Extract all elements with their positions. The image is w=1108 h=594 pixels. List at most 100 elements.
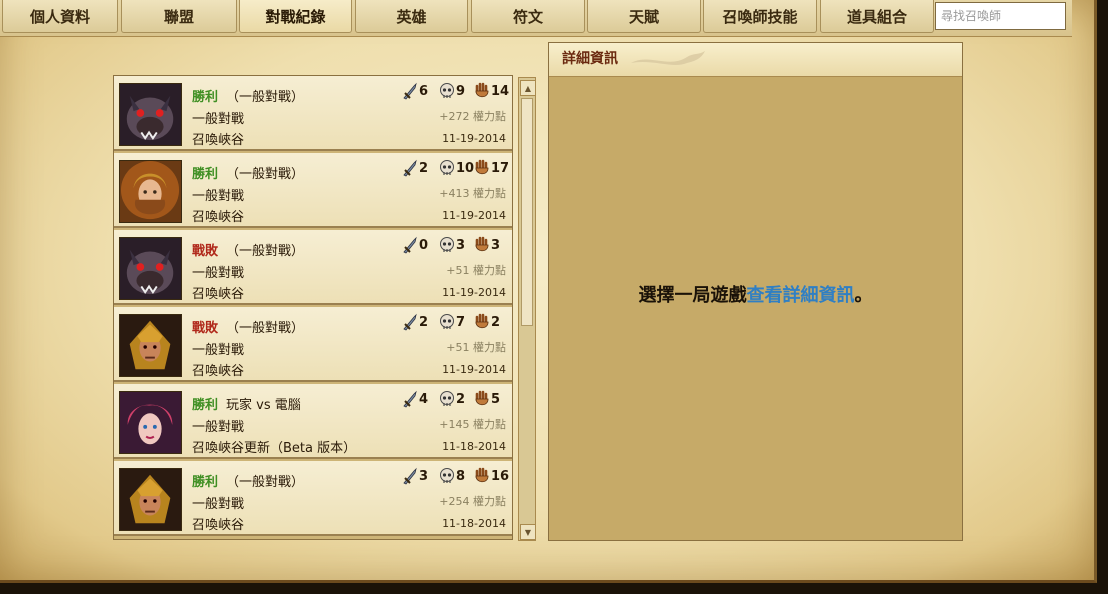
kills-icon bbox=[403, 467, 417, 485]
deaths-value: 7 bbox=[456, 314, 466, 330]
ip-earned: +51 權力點 bbox=[446, 264, 506, 277]
view-details-link[interactable]: 查看詳細資訊 bbox=[747, 285, 855, 306]
match-type: 一般對戰 bbox=[192, 112, 245, 127]
hint-text: 選擇一局遊戲 bbox=[638, 285, 747, 306]
match-mode: 玩家 vs 電腦 bbox=[226, 398, 301, 413]
tab-summoner-spells[interactable]: 召喚師技能 bbox=[703, 0, 817, 33]
match-map: 召喚峽谷 bbox=[192, 518, 245, 533]
match-result: 勝利 bbox=[192, 398, 219, 413]
match-type: 一般對戰 bbox=[192, 497, 245, 512]
assists-stat: 5 bbox=[474, 390, 500, 408]
hint-suffix: 。 bbox=[854, 285, 873, 306]
match-mode: （一般對戰） bbox=[226, 244, 305, 259]
match-mode: （一般對戰） bbox=[226, 90, 305, 105]
assists-value: 3 bbox=[491, 237, 501, 253]
tab-masteries[interactable]: 天賦 bbox=[587, 0, 701, 33]
deaths-icon bbox=[440, 160, 454, 175]
tab-profile[interactable]: 個人資料 bbox=[2, 0, 118, 33]
detail-panel-header: 詳細資訊 bbox=[549, 43, 962, 77]
match-mode: （一般對戰） bbox=[226, 167, 305, 182]
kills-value: 0 bbox=[419, 237, 429, 253]
kills-stat: 4 bbox=[402, 390, 428, 408]
assists-icon bbox=[475, 390, 489, 406]
ip-earned: +51 權力點 bbox=[446, 341, 506, 354]
kills-icon bbox=[403, 236, 417, 254]
match-date: 11-19-2014 bbox=[442, 132, 506, 145]
match-type: 一般對戰 bbox=[192, 266, 245, 281]
assists-icon bbox=[475, 467, 489, 483]
match-row[interactable]: 勝利 （一般對戰） 一般對戰 召喚峽谷 6 9 14 +272 權力點 11-19-2014 bbox=[114, 76, 512, 151]
assists-value: 5 bbox=[491, 391, 501, 407]
match-mode: （一般對戰） bbox=[226, 475, 305, 490]
champion-portrait bbox=[119, 468, 182, 531]
champion-portrait bbox=[119, 391, 182, 454]
deaths-value: 3 bbox=[456, 237, 466, 253]
scroll-thumb[interactable] bbox=[521, 98, 533, 326]
deaths-icon bbox=[440, 391, 454, 406]
match-list: 勝利 （一般對戰） 一般對戰 召喚峽谷 6 9 14 +272 權力點 11-19-2014 勝利… bbox=[113, 75, 513, 540]
assists-stat: 14 bbox=[474, 82, 509, 100]
detail-hint: 選擇一局遊戲查看詳細資訊。 bbox=[549, 281, 962, 307]
scroll-up-button[interactable]: ▲ bbox=[520, 80, 536, 96]
assists-icon bbox=[475, 159, 489, 175]
match-map: 召喚峽谷 bbox=[192, 364, 245, 379]
tab-runes[interactable]: 符文 bbox=[471, 0, 585, 33]
tab-bar: 個人資料 聯盟 對戰紀錄 英雄 符文 天賦 召喚師技能 道具組合 bbox=[0, 0, 1072, 37]
kills-value: 6 bbox=[419, 83, 429, 99]
summoner-search-input[interactable] bbox=[935, 2, 1066, 30]
match-result: 戰敗 bbox=[192, 321, 219, 336]
match-map: 召喚峽谷 bbox=[192, 287, 245, 302]
deaths-stat: 8 bbox=[439, 467, 465, 485]
champion-portrait bbox=[119, 160, 182, 223]
tab-leagues[interactable]: 聯盟 bbox=[121, 0, 237, 33]
match-list-scrollbar[interactable]: ▲ ▼ bbox=[518, 77, 536, 541]
detail-panel-title: 詳細資訊 bbox=[562, 51, 618, 67]
match-row[interactable]: 勝利 （一般對戰） 一般對戰 召喚峽谷 2 10 17 +413 權力點 11-19-2014 bbox=[114, 153, 512, 228]
match-row[interactable]: 勝利 玩家 vs 電腦 一般對戰 召喚峽谷更新（Beta 版本） 4 2 5 +145 權力點… bbox=[114, 384, 512, 459]
deaths-stat: 7 bbox=[439, 313, 465, 331]
ip-earned: +254 權力點 bbox=[439, 495, 506, 508]
match-result: 戰敗 bbox=[192, 244, 219, 259]
match-date: 11-18-2014 bbox=[442, 517, 506, 530]
deaths-value: 8 bbox=[456, 468, 466, 484]
kills-stat: 0 bbox=[402, 236, 428, 254]
deaths-icon bbox=[440, 237, 454, 252]
deaths-value: 2 bbox=[456, 391, 466, 407]
kills-icon bbox=[403, 82, 417, 100]
match-type: 一般對戰 bbox=[192, 343, 245, 358]
match-result: 勝利 bbox=[192, 90, 219, 105]
deaths-value: 10 bbox=[456, 160, 475, 176]
tab-item-sets[interactable]: 道具組合 bbox=[820, 0, 934, 33]
match-date: 11-18-2014 bbox=[442, 440, 506, 453]
match-date: 11-19-2014 bbox=[442, 363, 506, 376]
tab-match-history[interactable]: 對戰紀錄 bbox=[239, 0, 352, 33]
kills-value: 4 bbox=[419, 391, 429, 407]
kills-stat: 2 bbox=[402, 159, 428, 177]
assists-stat: 2 bbox=[474, 313, 500, 331]
deaths-value: 9 bbox=[456, 83, 466, 99]
deaths-icon bbox=[440, 314, 454, 329]
match-row[interactable]: 勝利 （一般對戰） 一般對戰召喚峽谷 3 8 16 +254 權力點 11-18-2014 bbox=[114, 461, 512, 536]
kills-stat: 3 bbox=[402, 467, 428, 485]
deaths-icon bbox=[440, 468, 454, 483]
match-row[interactable]: 戰敗 （一般對戰） 一般對戰召喚峽谷 0 3 3 +51 權力點 11-19-2014 bbox=[114, 230, 512, 305]
deaths-stat: 2 bbox=[439, 390, 465, 408]
match-row[interactable]: 戰敗 （一般對戰） 一般對戰 召喚峽谷 2 7 2 +51 權力點 11-19-2014 bbox=[114, 307, 512, 382]
assists-value: 16 bbox=[491, 468, 510, 484]
kills-icon bbox=[403, 313, 417, 331]
match-result: 勝利 bbox=[192, 475, 219, 490]
match-map: 召喚峽谷更新（Beta 版本） bbox=[192, 441, 357, 456]
kills-icon bbox=[403, 159, 417, 177]
assists-icon bbox=[475, 313, 489, 329]
champion-portrait bbox=[119, 237, 182, 300]
assists-stat: 3 bbox=[474, 236, 500, 254]
champion-portrait bbox=[119, 314, 182, 377]
kills-value: 2 bbox=[419, 314, 429, 330]
match-map: 召喚峽谷 bbox=[192, 133, 245, 148]
match-date: 11-19-2014 bbox=[442, 286, 506, 299]
kills-value: 2 bbox=[419, 160, 429, 176]
scroll-down-button[interactable]: ▼ bbox=[520, 524, 536, 540]
tab-champions[interactable]: 英雄 bbox=[355, 0, 468, 33]
assists-value: 14 bbox=[491, 83, 510, 99]
assists-icon bbox=[475, 236, 489, 252]
